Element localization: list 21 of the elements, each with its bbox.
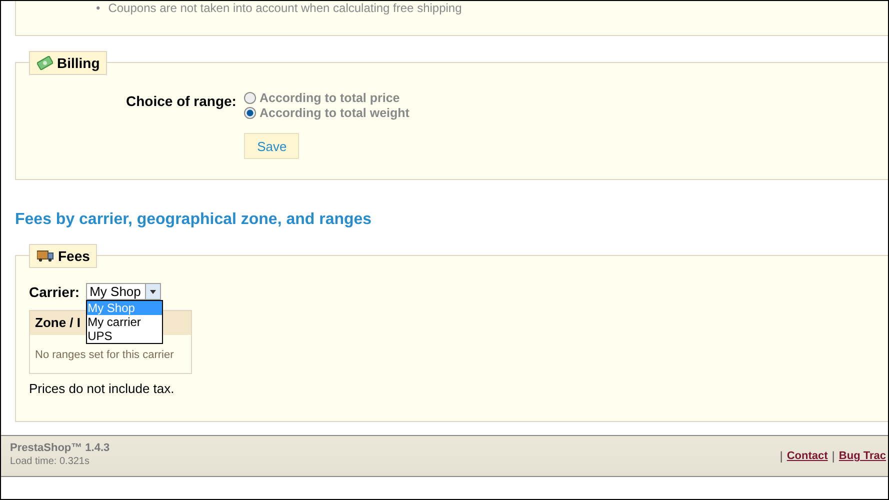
radio-button[interactable] [244,106,256,118]
note-text: Coupons are not taken into account when calculating free shipping [108,1,462,15]
tax-note: Prices do not include tax. [29,381,176,396]
separator: | [832,449,835,463]
bullet-marker: • [96,1,100,15]
carrier-label: Carrier: [29,284,80,300]
truck-icon [37,250,54,262]
legend-text: Fees [58,248,90,264]
radio-button[interactable] [244,92,256,104]
version-text: PrestaShop™ 1.4.3 [10,442,110,454]
footer-link[interactable]: Contact [786,450,828,462]
legend-text: Billing [57,55,100,71]
banknote-icon [37,56,53,70]
range-radio-option[interactable]: According to total price [244,90,410,105]
load-time-text: Load time: 0.321s [10,456,90,467]
section-heading: Fees by carrier, geographical zone, and ranges [15,211,373,229]
separator: | [780,449,783,463]
footer-link[interactable]: Bug Trac [838,450,886,462]
empty-message: No ranges set for this carrier [35,349,175,361]
range-radio-option[interactable]: According to total weight [244,105,410,120]
range-label: Choice of range: [126,93,236,111]
